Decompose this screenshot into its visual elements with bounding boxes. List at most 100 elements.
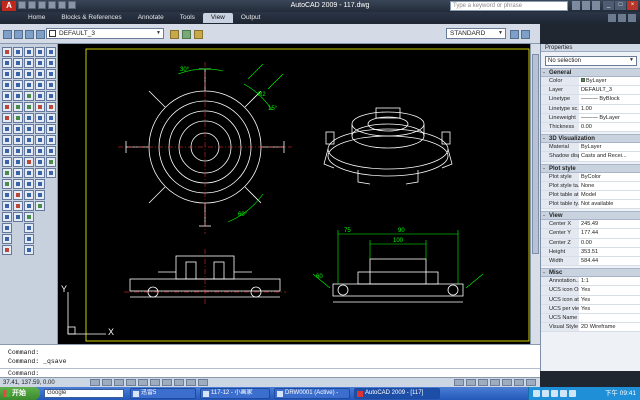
selection-dropdown[interactable]: No selection ▼: [545, 56, 637, 66]
network-icon[interactable]: [533, 390, 540, 397]
regen-icon[interactable]: [46, 157, 56, 167]
autocad-logo-icon[interactable]: A: [2, 1, 16, 11]
stretch-icon[interactable]: [13, 135, 23, 145]
revision-cloud-icon[interactable]: [2, 124, 12, 134]
taskbar-item-active[interactable]: AutoCAD 2009 - [117]: [354, 388, 440, 399]
make-block-icon[interactable]: [2, 179, 12, 189]
close-doc-icon[interactable]: [628, 14, 636, 22]
property-row[interactable]: Plot style ta...None: [541, 181, 640, 191]
object-snap-tracking-icon[interactable]: [150, 379, 160, 386]
region-icon[interactable]: [2, 223, 12, 233]
workspace-switch-icon[interactable]: [514, 379, 524, 386]
osnap-settings-icon[interactable]: [35, 201, 45, 211]
array-icon[interactable]: [13, 91, 23, 101]
property-row[interactable]: UCS icon On Yes: [541, 286, 640, 296]
snap-extension-icon[interactable]: [35, 91, 45, 101]
section-3d-visualization[interactable]: 3D Visualization: [541, 134, 640, 144]
property-row[interactable]: Linetype ——— ByBlock: [541, 95, 640, 105]
continue-icon[interactable]: [24, 146, 34, 156]
property-row[interactable]: Color ByLayer: [541, 77, 640, 87]
insert-block-icon[interactable]: [2, 168, 12, 178]
list-icon[interactable]: [46, 80, 56, 90]
snap-node-icon[interactable]: [35, 168, 45, 178]
pan-status-icon[interactable]: [478, 379, 488, 386]
snap-quadrant-icon[interactable]: [35, 113, 45, 123]
aligned-dim-icon[interactable]: [24, 58, 34, 68]
quick-properties-icon[interactable]: [198, 379, 208, 386]
tolerance-icon[interactable]: [24, 157, 34, 167]
multiline-text-icon[interactable]: [2, 245, 12, 255]
text-style-dropdown[interactable]: STANDARD ▼: [446, 28, 506, 39]
property-row[interactable]: Center Y 177.44: [541, 229, 640, 239]
property-row[interactable]: Visual Style 2D Wireframe: [541, 323, 640, 333]
property-row[interactable]: UCS icon at...Yes: [541, 295, 640, 305]
new-file-icon[interactable]: [18, 1, 26, 9]
distance-icon[interactable]: [46, 47, 56, 57]
rectangle-icon[interactable]: [2, 91, 12, 101]
layer-properties-icon[interactable]: [3, 30, 12, 39]
chamfer-icon[interactable]: [13, 190, 23, 200]
spline-icon[interactable]: [2, 135, 12, 145]
property-row[interactable]: Shadow disp...Casts and Recei...: [541, 152, 640, 162]
zoom-extents-icon[interactable]: [46, 146, 56, 156]
tab-tools[interactable]: Tools: [172, 13, 203, 23]
property-row[interactable]: Layer DEFAULT_3: [541, 86, 640, 96]
snap-parallel-icon[interactable]: [35, 146, 45, 156]
quick-dim-icon[interactable]: [24, 124, 34, 134]
inspection-icon[interactable]: [24, 245, 34, 255]
previous-layer-icon[interactable]: [194, 30, 203, 39]
property-row[interactable]: Thickness 0.00: [541, 122, 640, 133]
chevron-down-icon[interactable]: ▼: [628, 57, 635, 64]
taskbar-item[interactable]: DRW0001 (Active) -: [274, 388, 350, 399]
snap-none-icon[interactable]: [35, 190, 45, 200]
property-row[interactable]: UCS per vie...Yes: [541, 304, 640, 314]
section-general[interactable]: General: [541, 68, 640, 78]
scrollbar-thumb[interactable]: [532, 54, 539, 254]
fillet-icon[interactable]: [13, 201, 23, 211]
arc-length-icon[interactable]: [24, 69, 34, 79]
zoom-previous-icon[interactable]: [46, 124, 56, 134]
mass-properties-icon[interactable]: [46, 69, 56, 79]
join-icon[interactable]: [13, 179, 23, 189]
construction-line-icon[interactable]: [2, 58, 12, 68]
match-layer-icon[interactable]: [182, 30, 191, 39]
binoculars-icon[interactable]: [572, 1, 580, 10]
polar-tracking-icon[interactable]: [126, 379, 136, 386]
chevron-down-icon[interactable]: ▼: [497, 30, 504, 37]
tab-output[interactable]: Output: [233, 13, 269, 23]
trim-icon[interactable]: [13, 146, 23, 156]
redo-icon[interactable]: [58, 1, 66, 9]
break-icon[interactable]: [13, 168, 23, 178]
move-icon[interactable]: [13, 102, 23, 112]
google-toolbar-input[interactable]: Google: [44, 389, 124, 398]
chevron-down-icon[interactable]: ▼: [155, 30, 162, 37]
search-input[interactable]: Type a keyword or phrase: [450, 1, 568, 11]
snap-intersection-icon[interactable]: [35, 69, 45, 79]
ortho-mode-icon[interactable]: [114, 379, 124, 386]
arc-icon[interactable]: [2, 102, 12, 112]
taskbar-item[interactable]: 迅雷5: [130, 388, 196, 399]
ellipse-arc-icon[interactable]: [2, 157, 12, 167]
gradient-icon[interactable]: [2, 212, 12, 222]
mirror-icon[interactable]: [13, 69, 23, 79]
layer-isolate-icon[interactable]: [25, 30, 34, 39]
language-icon[interactable]: [560, 390, 567, 397]
snap-apparent-icon[interactable]: [35, 80, 45, 90]
property-row[interactable]: Center Z 0.00: [541, 238, 640, 248]
point-icon[interactable]: [2, 190, 12, 200]
volume-icon[interactable]: [542, 390, 549, 397]
line-tool-icon[interactable]: [2, 47, 12, 57]
close-button[interactable]: ×: [627, 1, 638, 10]
section-misc[interactable]: Misc: [541, 268, 640, 278]
dynamic-ucs-icon[interactable]: [162, 379, 172, 386]
annotation-scale-icon[interactable]: [502, 379, 512, 386]
locate-point-icon[interactable]: [46, 91, 56, 101]
object-snap-icon[interactable]: [138, 379, 148, 386]
property-row[interactable]: Width 584.44: [541, 257, 640, 267]
explode-icon[interactable]: [13, 212, 23, 222]
clock[interactable]: 下午 09:41: [605, 387, 636, 400]
table-style-icon[interactable]: [521, 30, 530, 39]
snap-midpoint-icon[interactable]: [35, 58, 45, 68]
minimize-doc-icon[interactable]: [608, 14, 616, 22]
taskbar-item[interactable]: 117-12 - 小画家: [200, 388, 270, 399]
